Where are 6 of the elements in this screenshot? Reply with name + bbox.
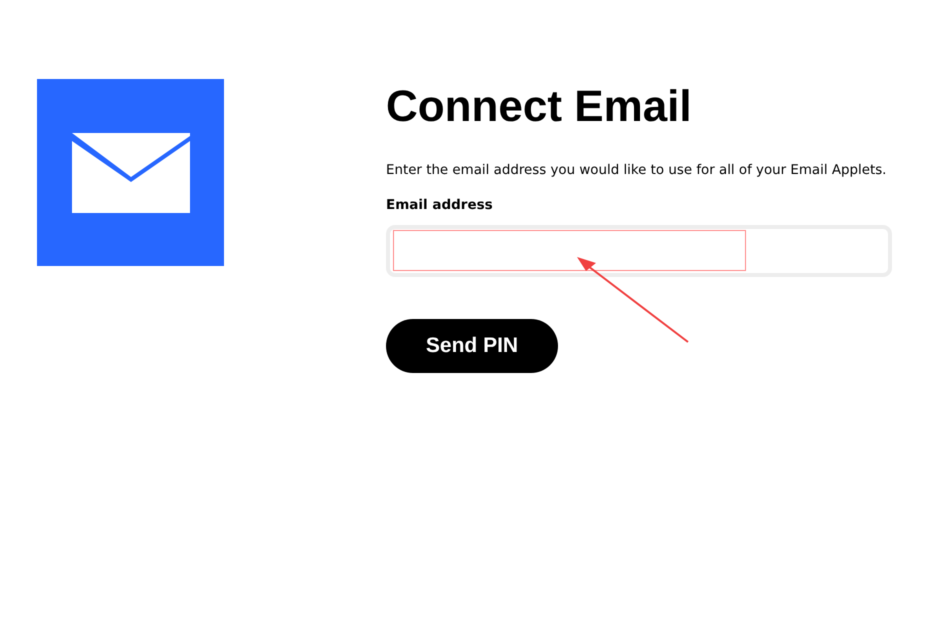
send-pin-button[interactable]: Send PIN (386, 319, 558, 373)
email-field[interactable] (386, 225, 892, 277)
description-text: Enter the email address you would like to use for all of your Email Applets. (386, 162, 888, 180)
page-title: Connect Email (386, 82, 693, 132)
field-label: Email address (386, 196, 493, 214)
envelope-icon (72, 132, 190, 212)
